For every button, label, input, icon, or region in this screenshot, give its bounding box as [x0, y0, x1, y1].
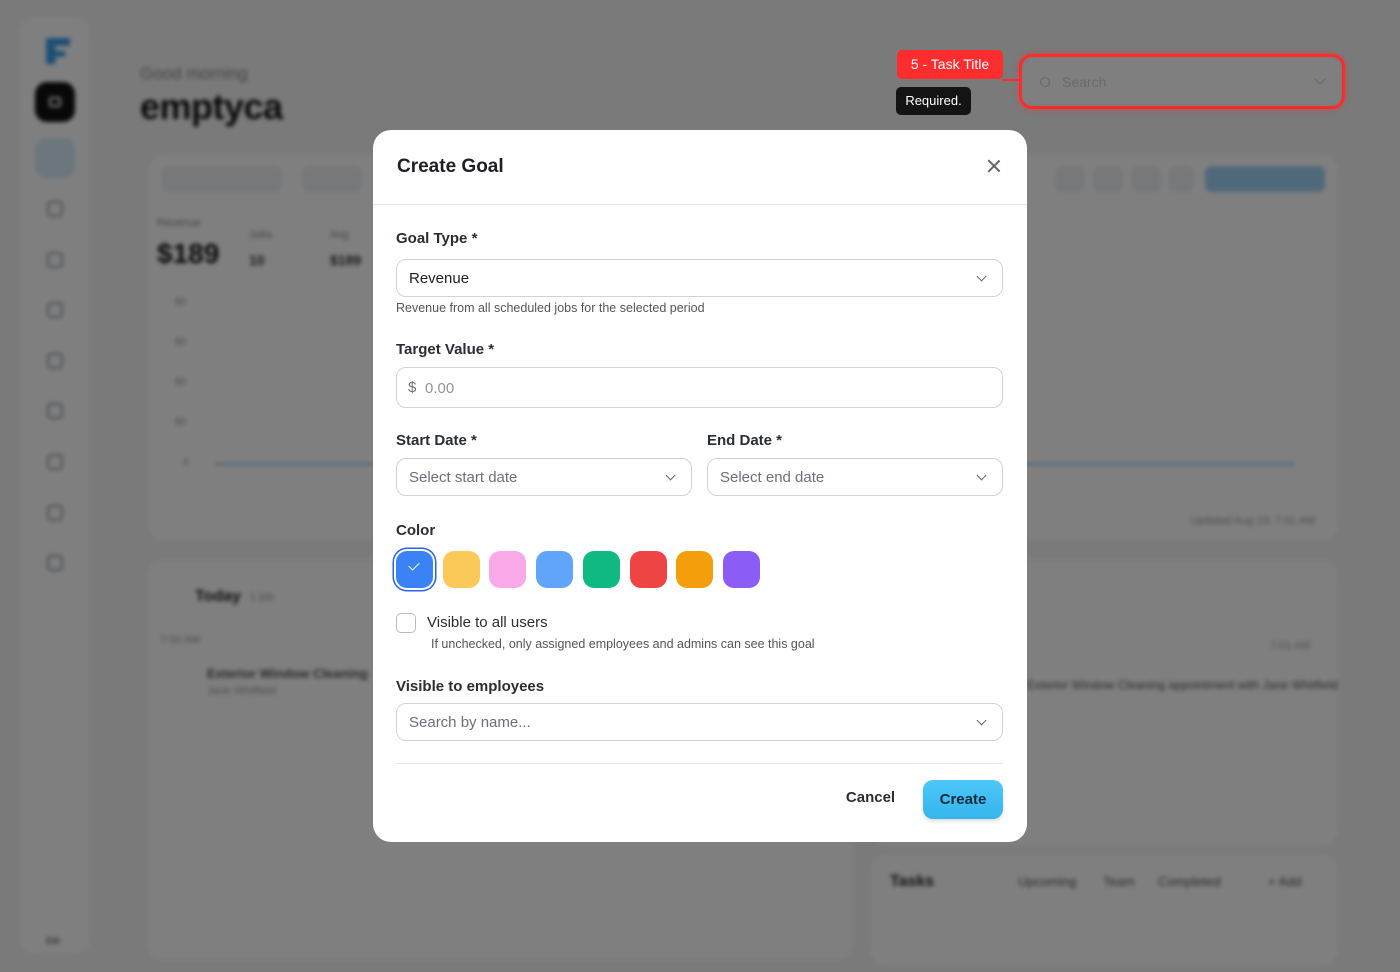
chevron-down-icon	[976, 470, 987, 481]
end-date-label: End Date *	[707, 432, 783, 449]
color-swatch[interactable]	[396, 551, 433, 588]
color-swatch[interactable]	[582, 551, 620, 588]
footer-divider	[396, 763, 1003, 764]
target-value-label: Target Value *	[396, 341, 495, 358]
color-swatch[interactable]	[489, 551, 527, 588]
goal-type-select[interactable]: Revenue	[396, 259, 1003, 297]
start-date-picker[interactable]: Select start date	[396, 458, 692, 496]
annotation-connector	[1002, 79, 1019, 81]
color-swatch[interactable]	[722, 551, 760, 588]
chevron-down-icon	[1314, 73, 1326, 85]
target-value-field[interactable]: $	[396, 367, 1003, 408]
color-swatch[interactable]	[676, 551, 714, 588]
start-date-label: Start Date *	[396, 432, 477, 449]
search-placeholder: Search	[1062, 74, 1107, 90]
dialog-title: Create Goal	[397, 156, 504, 177]
end-date-picker[interactable]: Select end date	[707, 458, 1003, 496]
currency-symbol: $	[408, 379, 417, 396]
employee-search-select[interactable]: Search by name...	[396, 703, 1003, 741]
checkmark-icon	[408, 559, 420, 571]
close-icon[interactable]	[983, 156, 1005, 178]
create-goal-dialog: Create Goal Goal Type * Revenue Revenue …	[373, 130, 1027, 842]
goal-type-help: Revenue from all scheduled jobs for the …	[396, 301, 705, 315]
cancel-button[interactable]: Cancel	[833, 789, 908, 811]
chevron-down-icon	[665, 470, 676, 481]
color-swatch[interactable]	[629, 551, 667, 588]
search-icon	[1040, 77, 1050, 87]
visible-all-label[interactable]: Visible to all users	[427, 614, 548, 631]
employee-search-placeholder: Search by name...	[409, 714, 531, 731]
chevron-down-icon	[976, 271, 987, 282]
color-label: Color	[396, 522, 436, 539]
start-date-placeholder: Select start date	[409, 469, 518, 486]
required-tooltip: Required.	[896, 87, 971, 115]
color-swatch[interactable]	[536, 551, 574, 588]
color-swatch[interactable]	[442, 551, 480, 588]
target-value-input[interactable]	[425, 376, 985, 400]
search-input-highlight[interactable]: Search	[1019, 54, 1345, 109]
goal-type-label: Goal Type *	[396, 230, 478, 247]
task-title-badge: 5 - Task Title	[897, 50, 1003, 79]
dialog-header: Create Goal	[373, 130, 1027, 205]
end-date-placeholder: Select end date	[720, 469, 825, 486]
visible-employees-label: Visible to employees	[396, 678, 545, 695]
goal-type-value: Revenue	[409, 270, 470, 287]
create-button[interactable]: Create	[923, 780, 1003, 819]
visible-all-help: If unchecked, only assigned employees an…	[431, 637, 815, 651]
chevron-down-icon	[976, 715, 987, 726]
visible-all-checkbox[interactable]	[396, 613, 416, 633]
